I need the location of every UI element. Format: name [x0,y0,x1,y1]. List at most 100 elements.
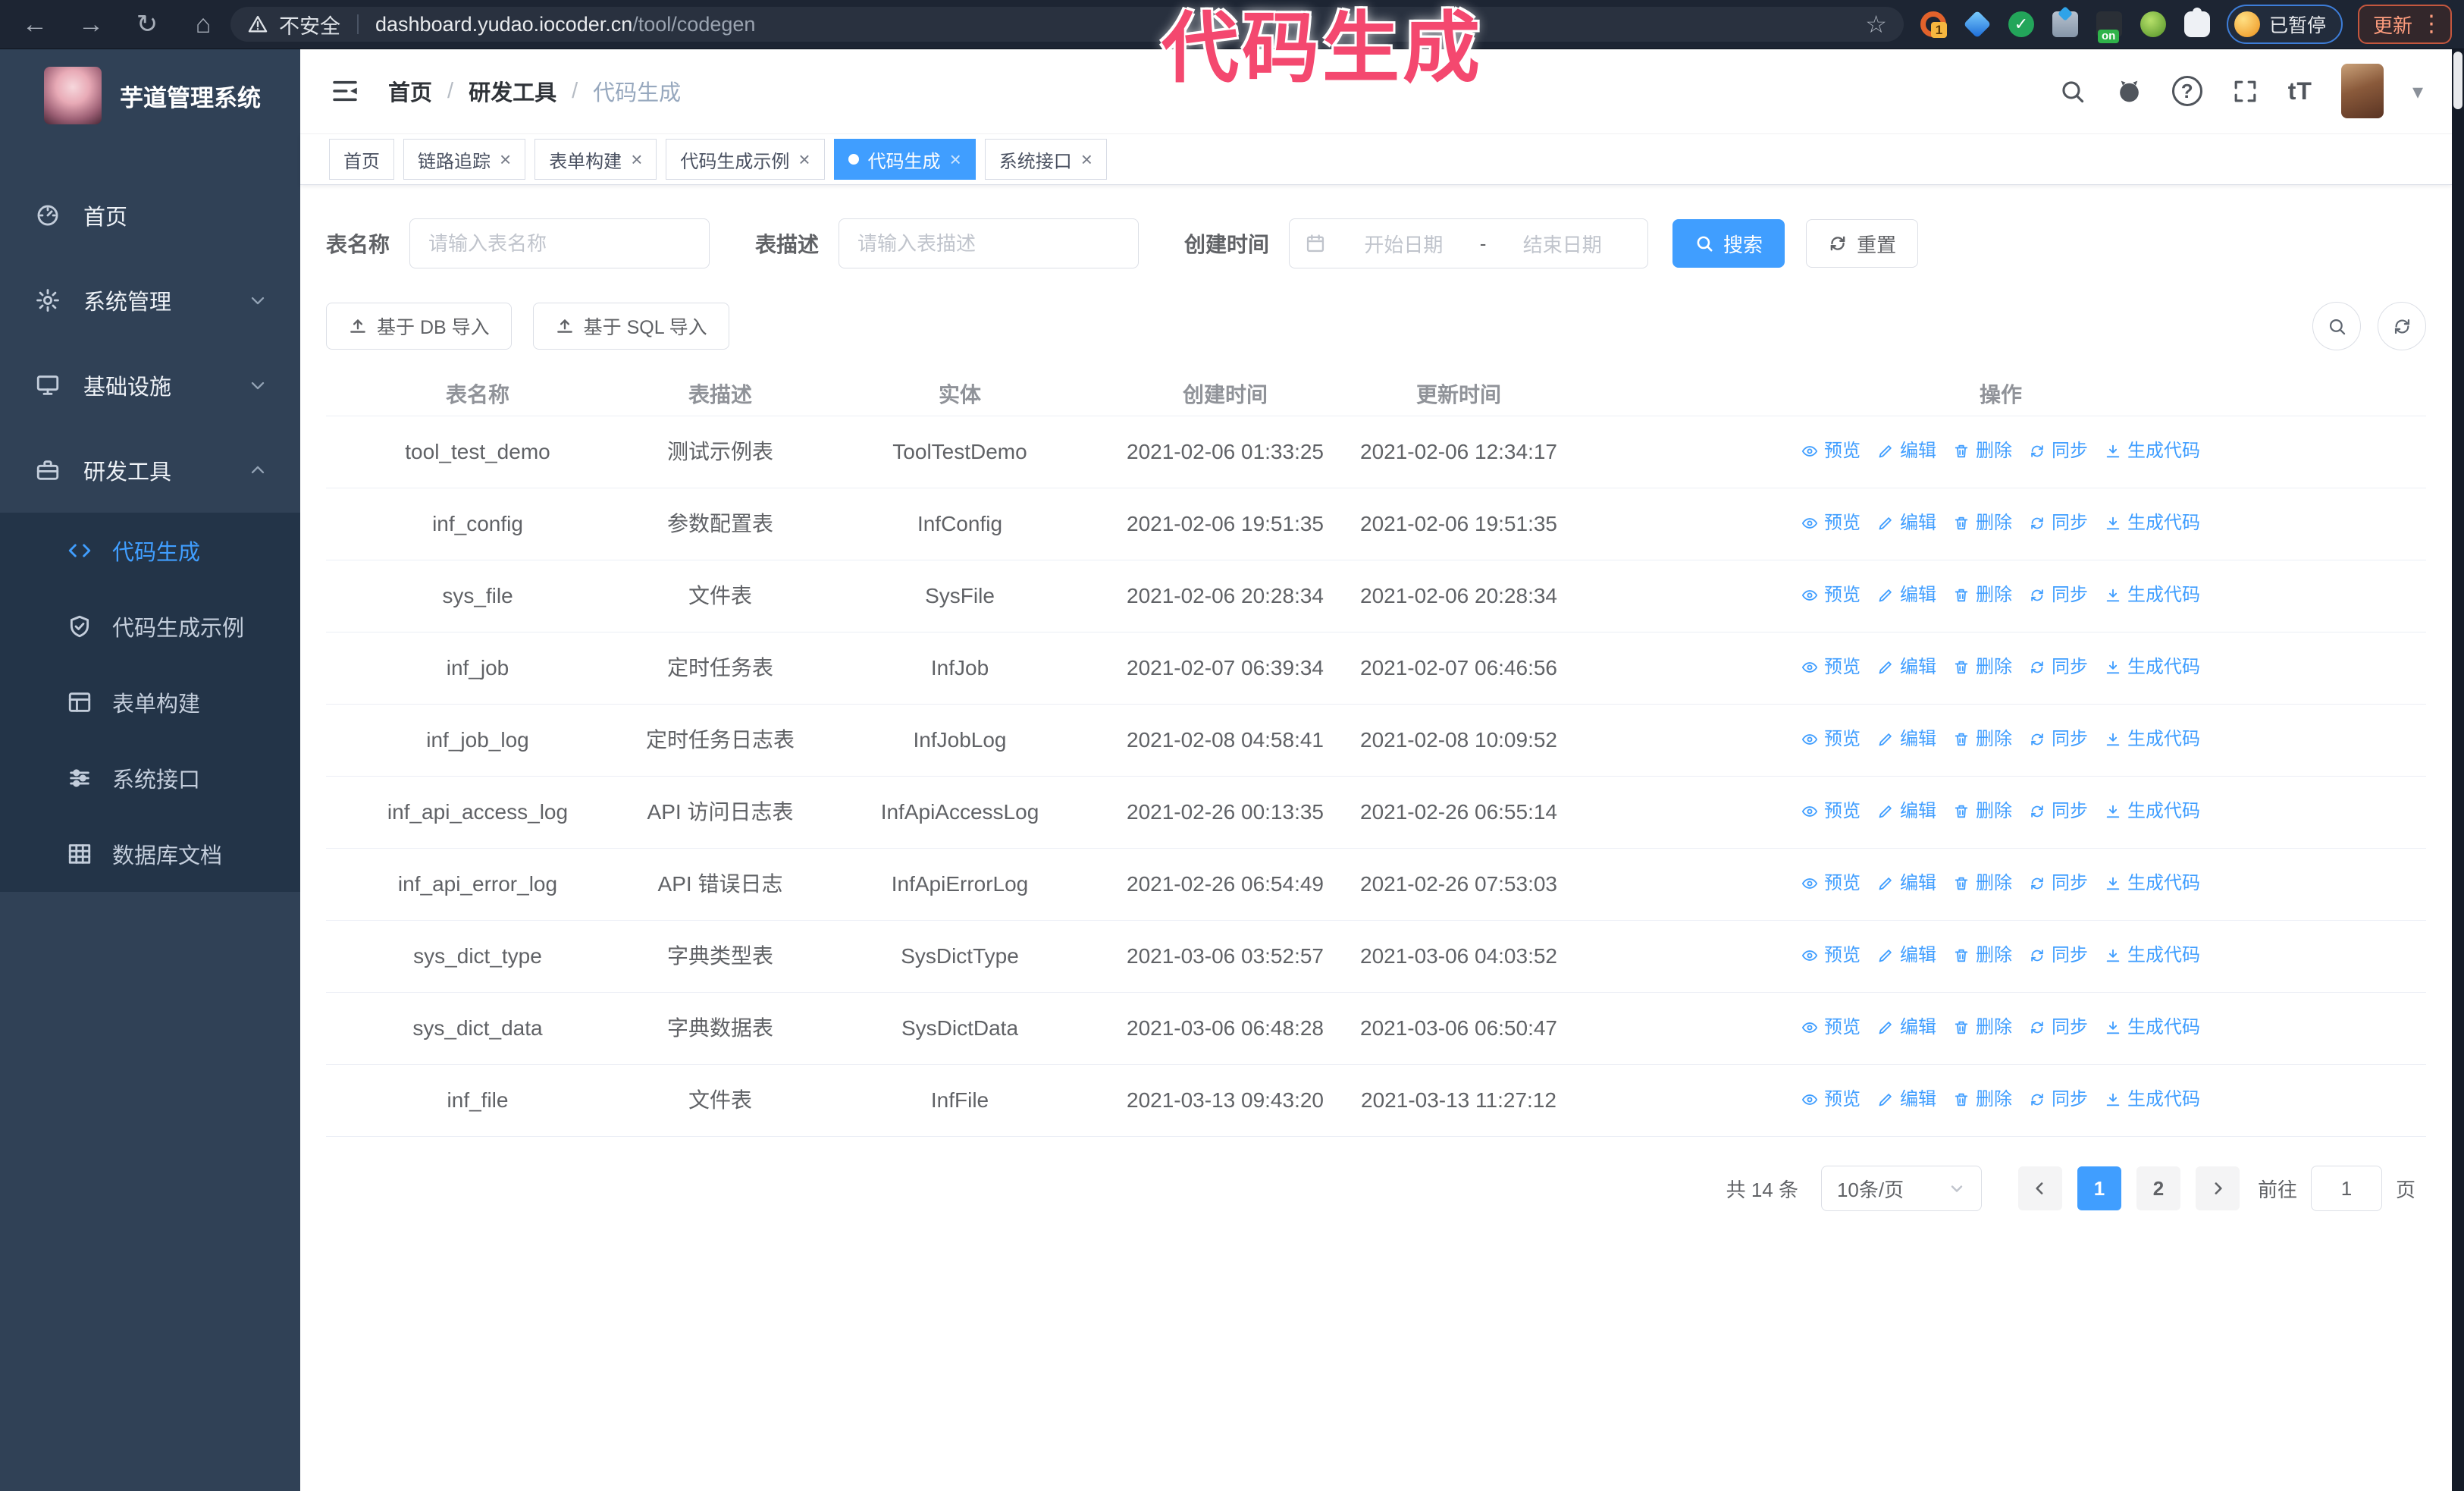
logo-row[interactable]: 芋道管理系统 [0,49,300,143]
dark-on-badge-icon[interactable] [2096,11,2122,43]
delete-action[interactable]: 删除 [1953,868,2012,899]
sidebar-subitem-db-doc[interactable]: 数据库文档 [0,816,300,892]
edit-action[interactable]: 编辑 [1877,724,1936,755]
date-range-picker[interactable]: 开始日期 - 结束日期 [1289,218,1649,268]
close-icon[interactable]: × [950,149,961,169]
back-icon[interactable]: ← [18,11,52,37]
delete-action[interactable]: 删除 [1953,436,2012,466]
preview-action[interactable]: 预览 [1801,940,1861,971]
preview-action[interactable]: 预览 [1801,868,1861,899]
forward-icon[interactable]: → [74,11,108,37]
generate-action[interactable]: 生成代码 [2105,724,2200,755]
goto-page-input[interactable] [2310,1166,2382,1211]
tag-链路追踪[interactable]: 链路追踪 × [403,139,526,180]
font-size-icon[interactable]: tT [2288,77,2312,105]
edit-action[interactable]: 编辑 [1877,580,1936,611]
toggle-search-button[interactable] [2312,302,2361,350]
edit-action[interactable]: 编辑 [1877,1012,1936,1043]
generate-action[interactable]: 生成代码 [2105,868,2200,899]
next-page-button[interactable] [2195,1166,2240,1210]
generate-action[interactable]: 生成代码 [2105,652,2200,683]
sidebar-item-home[interactable]: 首页 [0,173,300,258]
table-name-input[interactable] [409,218,710,268]
scrollbar-thumb[interactable] [2453,52,2462,109]
profile-paused-badge[interactable]: 已暂停 [2226,5,2343,44]
search-button[interactable]: 搜索 [1672,219,1785,268]
generate-action[interactable]: 生成代码 [2105,940,2200,971]
browser-update-button[interactable]: 更新 ⋮ [2357,5,2452,44]
close-icon[interactable]: × [631,149,642,169]
preview-action[interactable]: 预览 [1801,652,1861,683]
sidebar-item-infra[interactable]: 基础设施 [0,343,300,428]
kebab-menu-icon[interactable]: ⋮ [2420,13,2443,36]
generate-action[interactable]: 生成代码 [2105,436,2200,466]
table-desc-input[interactable] [839,218,1140,268]
sidebar-collapse-icon[interactable] [329,75,361,107]
tag-系统接口[interactable]: 系统接口 × [984,139,1107,180]
breadcrumb-item[interactable]: 研发工具 [469,75,556,107]
delete-action[interactable]: 删除 [1953,1012,2012,1043]
address-bar[interactable]: 不安全 dashboard.yudao.iocoder.cn/tool/code… [230,7,1904,42]
generate-action[interactable]: 生成代码 [2105,580,2200,611]
sync-action[interactable]: 同步 [2029,940,2088,971]
sync-action[interactable]: 同步 [2029,580,2088,611]
sidebar-item-devtools[interactable]: 研发工具 [0,428,300,513]
delete-action[interactable]: 删除 [1953,580,2012,611]
sync-action[interactable]: 同步 [2029,868,2088,899]
help-icon[interactable]: ? [2171,76,2202,106]
github-icon[interactable] [2115,77,2143,105]
delete-action[interactable]: 删除 [1953,508,2012,538]
edit-action[interactable]: 编辑 [1877,868,1936,899]
prev-page-button[interactable] [2017,1166,2062,1210]
green-check-icon[interactable] [2008,11,2034,37]
sidebar-subitem-codegen[interactable]: 代码生成 [0,513,300,589]
close-icon[interactable]: × [1081,149,1092,169]
edit-action[interactable]: 编辑 [1877,436,1936,466]
search-icon[interactable] [2058,77,2086,105]
blue-gem-icon[interactable] [1963,10,1992,39]
delete-action[interactable]: 删除 [1953,724,2012,755]
refresh-table-button[interactable] [2378,302,2426,350]
edit-action[interactable]: 编辑 [1877,508,1936,538]
generate-action[interactable]: 生成代码 [2105,1012,2200,1043]
page-button-2[interactable]: 2 [2136,1166,2180,1210]
sidebar-subitem-system-api[interactable]: 系统接口 [0,740,300,816]
sidebar-subitem-form-builder[interactable]: 表单构建 [0,664,300,740]
edit-action[interactable]: 编辑 [1877,796,1936,827]
blue-grid-icon[interactable] [2052,11,2078,37]
green-monkey-icon[interactable] [2140,11,2166,37]
reload-icon[interactable]: ↻ [130,11,164,37]
delete-action[interactable]: 删除 [1953,940,2012,971]
bookmark-star-icon[interactable]: ☆ [1865,10,1887,39]
import-db-button[interactable]: 基于 DB 导入 [326,303,512,350]
import-sql-button[interactable]: 基于 SQL 导入 [532,303,729,350]
close-icon[interactable]: × [798,149,810,169]
sidebar-subitem-codegen-example[interactable]: 代码生成示例 [0,589,300,664]
generate-action[interactable]: 生成代码 [2105,508,2200,538]
preview-action[interactable]: 预览 [1801,724,1861,755]
fullscreen-icon[interactable] [2231,77,2259,105]
page-size-select[interactable]: 10条/页 [1820,1166,1982,1211]
reset-button[interactable]: 重置 [1806,219,1919,268]
preview-action[interactable]: 预览 [1801,436,1861,466]
user-avatar[interactable] [2340,64,2384,118]
sync-action[interactable]: 同步 [2029,652,2088,683]
tag-表单构建[interactable]: 表单构建 × [534,139,657,180]
sync-action[interactable]: 同步 [2029,796,2088,827]
generate-action[interactable]: 生成代码 [2105,1085,2200,1115]
edit-action[interactable]: 编辑 [1877,1085,1936,1115]
preview-action[interactable]: 预览 [1801,580,1861,611]
preview-action[interactable]: 预览 [1801,508,1861,538]
delete-action[interactable]: 删除 [1953,652,2012,683]
sync-action[interactable]: 同步 [2029,508,2088,538]
sync-action[interactable]: 同步 [2029,1012,2088,1043]
preview-action[interactable]: 预览 [1801,1085,1861,1115]
tag-代码生成[interactable]: 代码生成 × [833,139,976,180]
breadcrumb-item[interactable]: 首页 [388,75,432,107]
orange-ring-icon[interactable] [1920,11,1947,38]
preview-action[interactable]: 预览 [1801,796,1861,827]
page-button-1[interactable]: 1 [2077,1166,2121,1210]
edit-action[interactable]: 编辑 [1877,940,1936,971]
close-icon[interactable]: × [500,149,511,169]
delete-action[interactable]: 删除 [1953,796,2012,827]
